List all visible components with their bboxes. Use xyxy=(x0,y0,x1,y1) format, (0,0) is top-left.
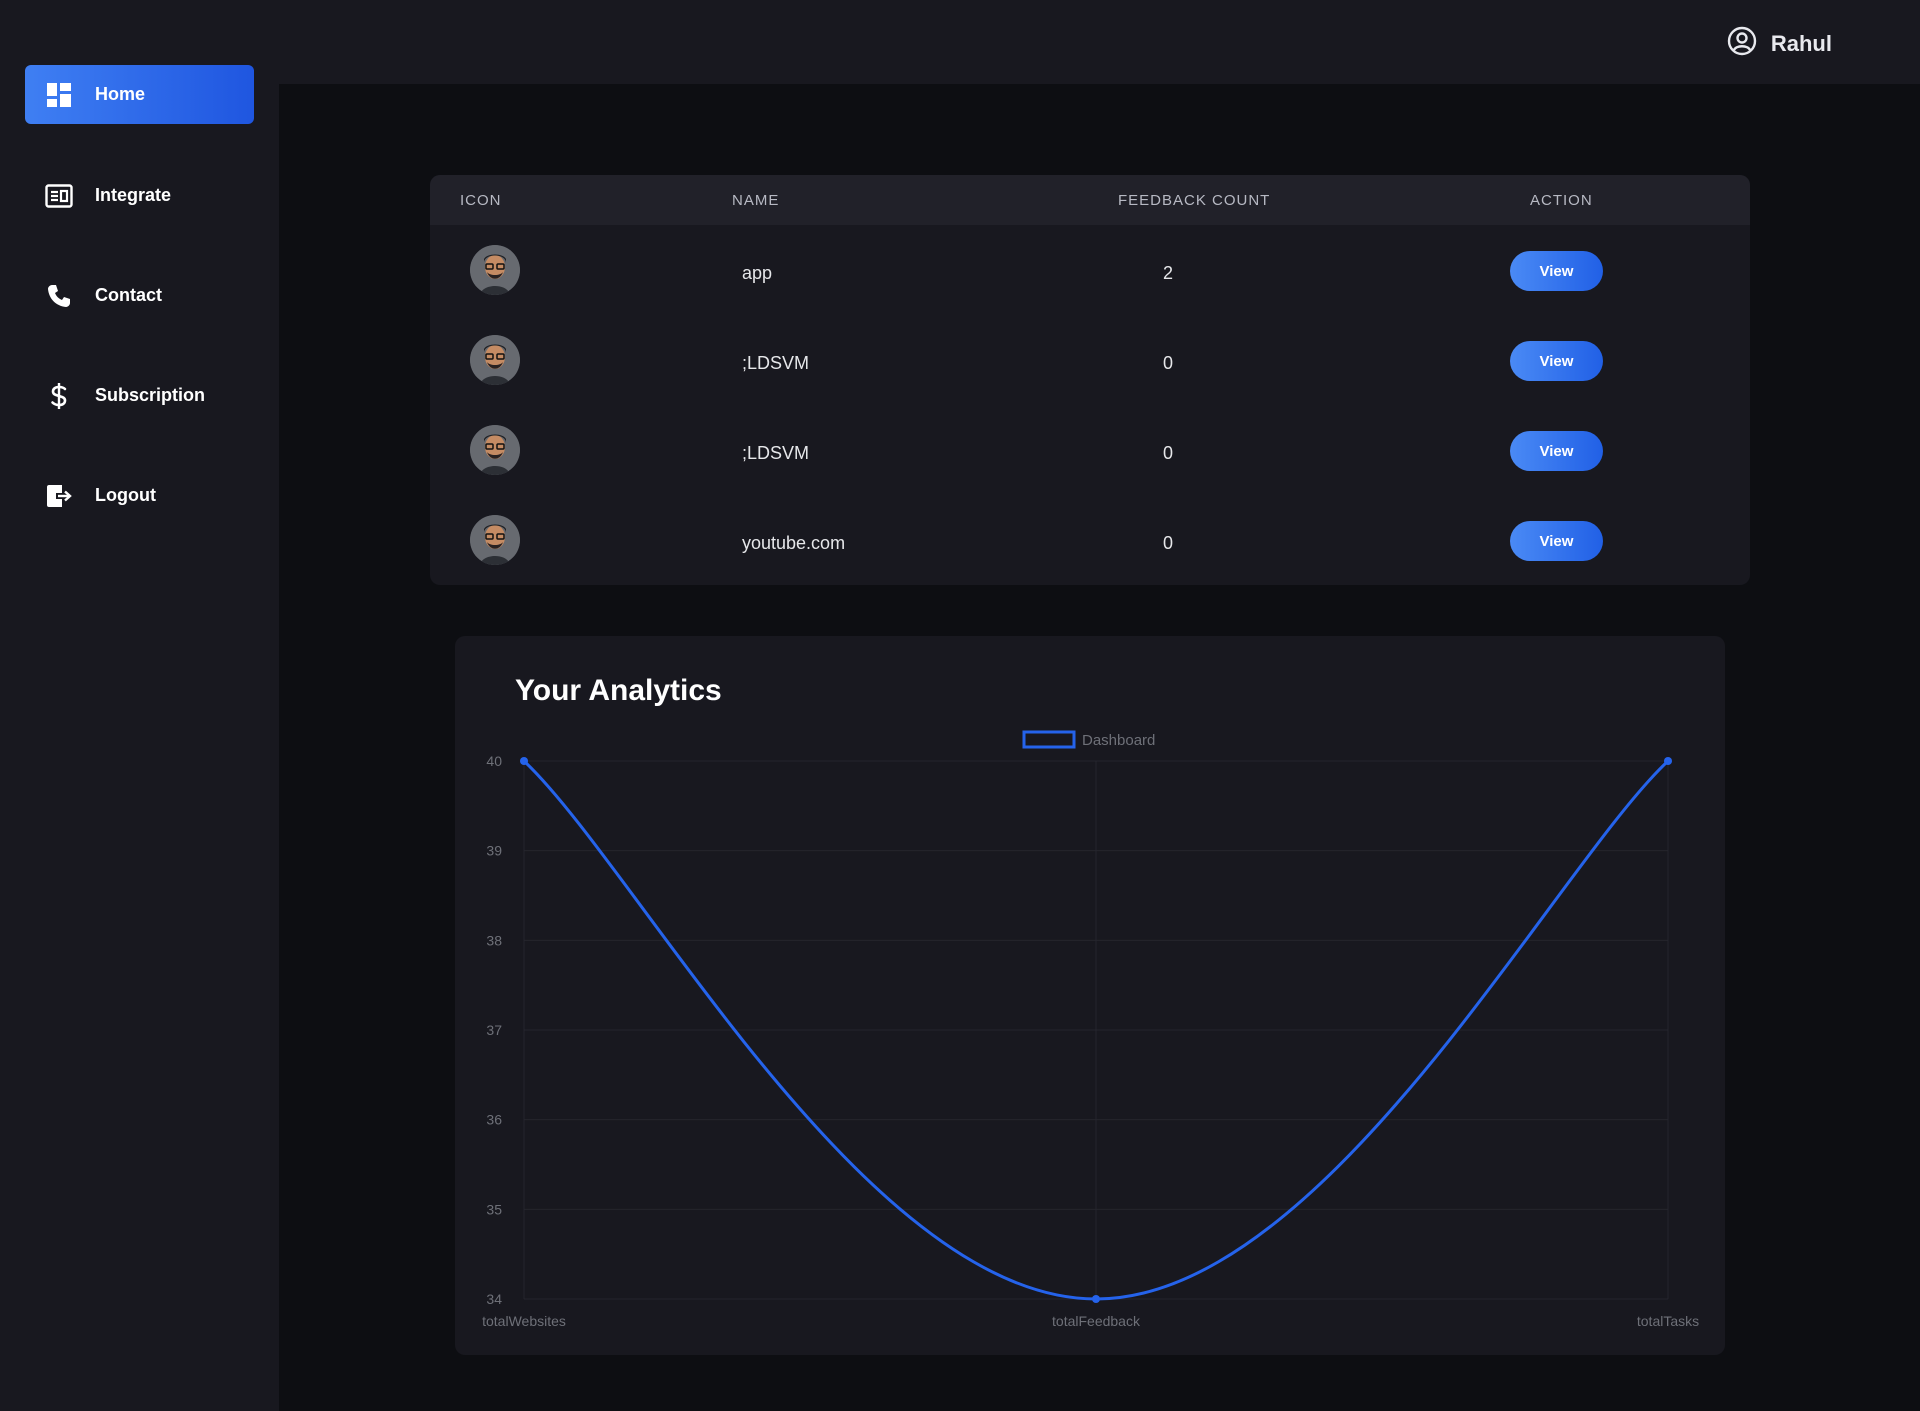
feedback-count: 0 xyxy=(1162,353,1173,373)
avatar xyxy=(470,515,520,565)
website-name: ;LDSVM xyxy=(742,443,810,463)
user-circle-icon xyxy=(1727,26,1757,61)
legend-label: Dashboard xyxy=(1082,732,1155,749)
y-tick-label: 35 xyxy=(486,1201,502,1217)
sidebar-item-label: Contact xyxy=(95,285,162,305)
dollar-icon xyxy=(45,382,73,410)
column-header-action: ACTION xyxy=(1530,192,1593,209)
legend-swatch xyxy=(1022,730,1076,749)
sidebar-item-label: Home xyxy=(95,84,146,104)
y-tick-label: 40 xyxy=(486,753,502,769)
data-point xyxy=(520,757,528,765)
analytics-line-chart: 34 35 36 37 38 39 40 totalWebsites totalFeedback… xyxy=(482,730,1699,1329)
sidebar: Home Integrate Contact Subscription Logo… xyxy=(0,0,279,1411)
column-header-feedback-count: FEEDBACK COUNT xyxy=(1118,192,1271,209)
logout-icon xyxy=(45,482,73,510)
table-row: app 2 View xyxy=(430,225,1750,315)
column-header-name: NAME xyxy=(732,192,780,209)
y-tick-label: 38 xyxy=(486,932,502,948)
feedback-count: 0 xyxy=(1162,443,1173,463)
dashboard-icon xyxy=(45,81,73,109)
view-button[interactable]: View xyxy=(1510,251,1603,291)
y-tick-label: 39 xyxy=(486,843,502,859)
data-point xyxy=(1664,757,1672,765)
sidebar-item-logout[interactable]: Logout xyxy=(25,466,254,525)
user-name: Rahul xyxy=(1770,30,1832,56)
user-menu[interactable]: Rahul xyxy=(1727,26,1832,61)
website-name: ;LDSVM xyxy=(742,353,810,373)
y-tick-label: 37 xyxy=(486,1022,502,1038)
websites-table: ICON NAME FEEDBACK COUNT ACTION app 2 Vi… xyxy=(430,175,1750,585)
avatar xyxy=(470,335,520,385)
website-name: youtube.com xyxy=(742,533,846,553)
sidebar-item-integrate[interactable]: Integrate xyxy=(25,166,254,225)
view-button[interactable]: View xyxy=(1510,521,1603,561)
sidebar-item-label: Subscription xyxy=(95,385,206,405)
website-name: app xyxy=(742,263,773,283)
feedback-count: 0 xyxy=(1162,533,1173,553)
column-header-icon: ICON xyxy=(460,192,502,209)
avatar xyxy=(470,245,520,295)
view-button[interactable]: View xyxy=(1510,341,1603,381)
sidebar-item-contact[interactable]: Contact xyxy=(25,266,254,325)
sidebar-item-label: Logout xyxy=(95,485,156,505)
y-tick-label: 34 xyxy=(486,1291,502,1307)
view-button[interactable]: View xyxy=(1510,431,1603,471)
phone-icon xyxy=(45,282,73,310)
avatar xyxy=(470,425,520,475)
table-row: ;LDSVM 0 View xyxy=(430,405,1750,495)
table-row: ;LDSVM 0 View xyxy=(430,315,1750,405)
feedback-count: 2 xyxy=(1162,263,1173,283)
sidebar-item-label: Integrate xyxy=(95,185,172,205)
sidebar-item-subscription[interactable]: Subscription xyxy=(25,366,254,425)
data-point xyxy=(1092,1295,1100,1303)
table-header: ICON NAME FEEDBACK COUNT ACTION xyxy=(430,175,1750,225)
table-row: youtube.com 0 View xyxy=(430,495,1750,585)
sidebar-item-home[interactable]: Home xyxy=(25,65,254,124)
top-bar: Rahul xyxy=(279,0,1920,84)
x-tick-label: totalFeedback xyxy=(1052,1313,1141,1329)
y-tick-label: 36 xyxy=(486,1112,502,1128)
x-tick-label: totalTasks xyxy=(1637,1313,1699,1329)
x-tick-label: totalWebsites xyxy=(482,1313,566,1329)
integrate-icon xyxy=(45,182,73,210)
analytics-card: Your Analytics 34 35 36 37 38 39 40 totalWebsit… xyxy=(455,636,1725,1355)
